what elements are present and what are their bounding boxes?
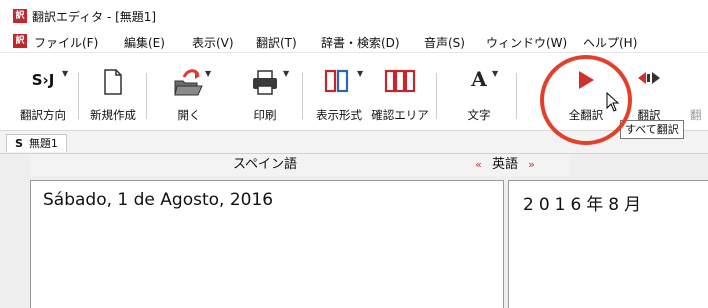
chevron-down-icon[interactable]: ▼ [492,69,498,78]
menu-view[interactable]: 表示(V) [192,34,234,51]
arrow-right-icon[interactable]: » [528,158,535,171]
open-folder-icon [174,69,203,96]
font-icon: A [471,67,487,91]
new-document-button[interactable]: 新規作成 [82,63,144,125]
translate-arrow-icon [638,72,660,84]
target-language-header[interactable]: « 英語 » [440,154,570,176]
menu-voice[interactable]: 音声(S) [424,34,465,51]
menu-translate[interactable]: 翻訳(T) [256,34,297,51]
chevron-down-icon[interactable]: ▼ [357,69,363,78]
print-label: 印刷 [253,108,277,122]
new-document-icon [104,69,122,95]
window-title: 翻訳エディタ - [無題1] [32,10,157,24]
menu-edit[interactable]: 編集(E) [124,34,165,51]
tab-untitled-1[interactable]: S 無題1 [6,134,67,152]
truncated-toolbar-label: 翻 [690,108,702,122]
open-label: 開く [177,108,201,122]
display-format-button[interactable]: ▼ 表示形式 [308,63,370,125]
text-label: 文字 [467,108,491,122]
chevron-down-icon[interactable]: ▼ [283,69,289,78]
confirm-area-label: 確認エリア [371,108,429,122]
source-text[interactable]: Sábado, 1 de Agosto, 2016 [43,190,273,210]
title-bar: 訳 翻訳エディタ - [無題1] [0,0,708,30]
menu-bar: 訳 ファイル(F) 編集(E) 表示(V) 翻訳(T) 辞書・検索(D) 音声(… [0,30,708,52]
direction-label: 翻訳方向 [20,108,66,122]
translation-direction-button[interactable]: S›J ▼ 翻訳方向 [12,63,74,125]
app-icon: 訳 [13,9,27,23]
document-menu-icon[interactable]: 訳 [13,34,27,48]
highlight-circle [540,55,632,145]
chevron-down-icon[interactable]: ▼ [205,69,211,78]
confirm-area-button[interactable]: 確認エリア [370,63,430,125]
open-button[interactable]: ▼ 開く [160,63,218,125]
source-language-label: スペイン語 [232,157,298,172]
menu-dictionary-search[interactable]: 辞書・検索(D) [321,34,400,51]
source-language-header: スペイン語 [30,154,500,176]
translate-all-tooltip: すべて翻訳 [620,120,684,139]
display-format-icon [324,69,349,93]
target-text[interactable]: 2016年8月 [523,190,646,215]
target-text-pane[interactable]: 2016年8月 [508,180,708,308]
print-button[interactable]: ▼ 印刷 [235,63,295,125]
printer-icon [253,70,277,95]
text-font-button[interactable]: A ▼ 文字 [452,63,506,125]
arrow-left-icon[interactable]: « [475,158,482,171]
chevron-down-icon[interactable]: ▼ [62,69,68,78]
menu-window[interactable]: ウィンドウ(W) [486,34,567,51]
new-document-label: 新規作成 [90,108,136,122]
tab-marker: S [15,137,23,150]
confirm-area-icon [384,69,416,93]
editor-area: スペイン語 « 英語 » Sábado, 1 de Agosto, 2016 2… [0,154,708,308]
menu-help[interactable]: ヘルプ(H) [583,34,637,51]
target-language-label: 英語 [491,157,518,172]
tab-label: 無題1 [28,137,58,150]
source-text-pane[interactable]: Sábado, 1 de Agosto, 2016 [30,180,504,308]
direction-icon: S›J [31,71,55,89]
menu-file[interactable]: ファイル(F) [34,34,98,51]
display-format-label: 表示形式 [316,108,362,122]
